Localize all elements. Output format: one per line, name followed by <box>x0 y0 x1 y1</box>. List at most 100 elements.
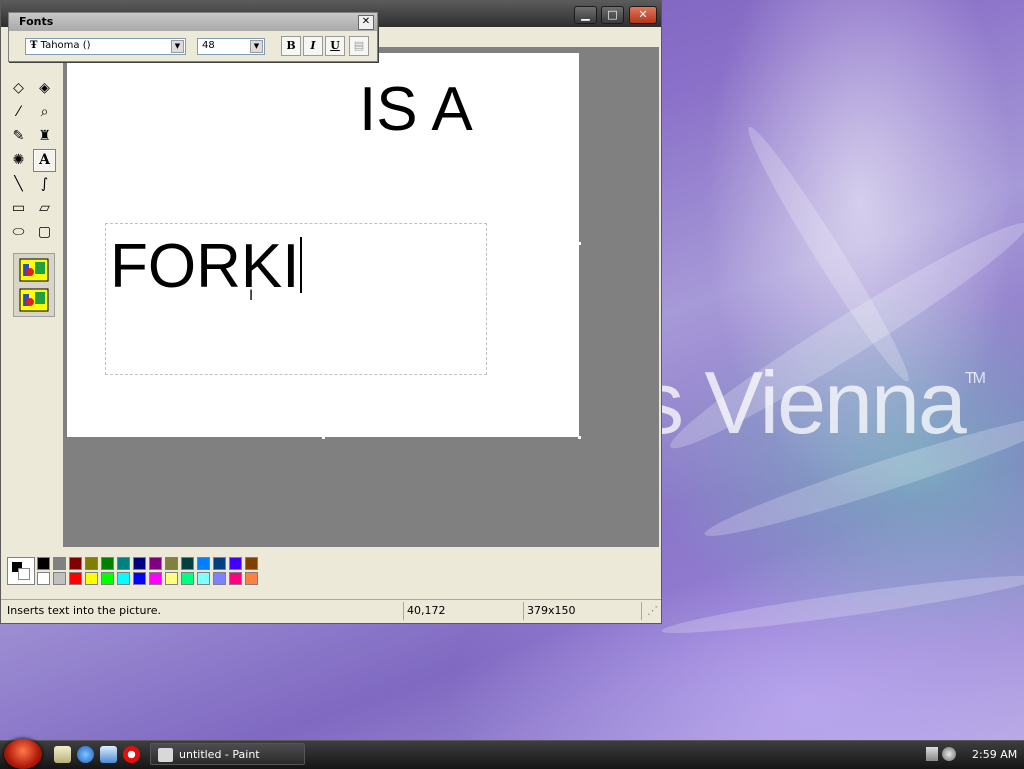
curve-tool[interactable]: ∫ <box>33 173 56 196</box>
palette-swatch[interactable] <box>117 557 130 570</box>
status-selection-size: 379x150 <box>527 604 576 617</box>
palette-swatch[interactable] <box>37 557 50 570</box>
font-name-select[interactable]: Ŧ Tahoma () ▼ <box>25 38 186 55</box>
taskbar-paint-label: untitled - Paint <box>179 748 260 761</box>
rectangle-tool[interactable]: ▭ <box>7 197 30 220</box>
palette-swatch[interactable] <box>229 557 242 570</box>
opera-icon[interactable] <box>123 746 140 763</box>
minimize-button[interactable]: ▁ <box>574 6 597 24</box>
palette-swatch[interactable] <box>165 557 178 570</box>
paint-bucket-icon: ◈ <box>39 80 50 96</box>
canvas-resize-handle-right[interactable] <box>578 242 581 245</box>
network-icon[interactable] <box>926 747 938 761</box>
palette-swatch[interactable] <box>85 572 98 585</box>
palette-swatch[interactable] <box>37 572 50 585</box>
fonts-toolbar-title: Fonts <box>19 15 54 28</box>
canvas-workspace: IS A FORKI I <box>63 47 659 547</box>
magnifier-tool[interactable]: ⌕ <box>33 101 56 124</box>
font-size-select[interactable]: 48 ▼ <box>197 38 265 55</box>
palette-swatch[interactable] <box>149 557 162 570</box>
palette-swatch[interactable] <box>165 572 178 585</box>
paint-icon <box>158 748 173 762</box>
close-icon: ✕ <box>638 8 648 21</box>
status-bar: Inserts text into the picture. 40,172 37… <box>1 599 661 622</box>
brush-tool[interactable]: ♜ <box>33 125 56 148</box>
opaque-background-icon <box>19 258 49 282</box>
palette-swatch[interactable] <box>197 557 210 570</box>
palette-swatch[interactable] <box>229 572 242 585</box>
messenger-icon[interactable] <box>100 746 117 763</box>
palette-swatch[interactable] <box>197 572 210 585</box>
italic-button[interactable]: I <box>303 36 323 56</box>
show-desktop-icon[interactable] <box>54 746 71 763</box>
fonts-toolbar-titlebar[interactable]: Fonts ✕ <box>9 13 377 31</box>
text-tool-icon: A <box>39 152 50 168</box>
underline-button[interactable]: U <box>325 36 345 56</box>
start-button[interactable] <box>4 739 42 769</box>
taskbar-clock[interactable]: 2:59 AM <box>972 748 1017 761</box>
tool-options <box>13 253 55 317</box>
transparent-option[interactable] <box>19 288 49 312</box>
canvas-resize-handle-bottom[interactable] <box>322 436 325 439</box>
taskbar-paint-button[interactable]: untitled - Paint <box>150 743 305 765</box>
palette-swatch[interactable] <box>245 572 258 585</box>
chevron-down-icon[interactable]: ▼ <box>171 40 184 53</box>
ibeam-cursor-icon: I <box>249 288 254 304</box>
font-name-value: Tahoma () <box>40 40 91 51</box>
line-tool[interactable]: ╲ <box>7 173 30 196</box>
bold-button[interactable]: B <box>281 36 301 56</box>
rounded-rect-tool[interactable]: ▢ <box>33 221 56 244</box>
internet-explorer-icon[interactable] <box>77 746 94 763</box>
palette-swatch[interactable] <box>53 557 66 570</box>
close-icon: ✕ <box>361 16 371 27</box>
drawing-canvas[interactable]: IS A FORKI I <box>67 53 579 437</box>
curve-icon: ∫ <box>40 176 49 192</box>
pick-color-tool[interactable]: ⁄ <box>7 101 30 124</box>
toolbox: ◇ ◈ ⁄ ⌕ ✎ ♜ ✺ A ╲ ∫ ▭ ▱ ⬭ ▢ <box>5 47 59 545</box>
line-icon: ╲ <box>14 176 23 192</box>
transparent-background-icon <box>19 288 49 312</box>
eyedropper-icon: ⁄ <box>17 104 20 120</box>
palette-swatch[interactable] <box>69 572 82 585</box>
text-tool[interactable]: A <box>33 149 56 172</box>
ellipse-tool[interactable]: ⬭ <box>7 221 30 244</box>
volume-icon[interactable] <box>942 747 956 761</box>
opaque-option[interactable] <box>19 258 49 282</box>
palette-swatch[interactable] <box>133 572 146 585</box>
fill-tool[interactable]: ◈ <box>33 77 56 100</box>
palette-swatch[interactable] <box>213 572 226 585</box>
palette-swatch[interactable] <box>181 557 194 570</box>
palette-swatch[interactable] <box>245 557 258 570</box>
pencil-tool[interactable]: ✎ <box>7 125 30 148</box>
airbrush-tool[interactable]: ✺ <box>7 149 30 172</box>
palette-swatch[interactable] <box>213 557 226 570</box>
palette-swatch[interactable] <box>117 572 130 585</box>
canvas-resize-handle-corner[interactable] <box>578 436 581 439</box>
palette-swatch[interactable] <box>53 572 66 585</box>
pencil-icon: ✎ <box>12 128 25 144</box>
resize-grip-icon[interactable]: ⋰ <box>647 604 658 618</box>
palette-swatch[interactable] <box>69 557 82 570</box>
rounded-rect-icon: ▢ <box>37 224 52 240</box>
maximize-button[interactable]: □ <box>601 6 624 24</box>
system-tray: 2:59 AM <box>920 741 1024 769</box>
fonts-close-button[interactable]: ✕ <box>358 15 374 30</box>
palette-swatch[interactable] <box>133 557 146 570</box>
palette-swatch[interactable] <box>149 572 162 585</box>
close-button[interactable]: ✕ <box>629 6 657 24</box>
paint-window: ▁ □ ✕ F ◇ ◈ ⁄ ⌕ ✎ ♜ ✺ A ╲ ∫ ▭ ▱ ⬭ ▢ <box>0 0 662 624</box>
text-caret <box>300 237 303 293</box>
background-color <box>18 568 30 580</box>
brush-icon: ♜ <box>38 128 51 144</box>
text-edit-box[interactable]: FORKI I <box>105 223 487 375</box>
polygon-tool[interactable]: ▱ <box>33 197 56 220</box>
eraser-icon: ◇ <box>13 80 24 96</box>
status-message: Inserts text into the picture. <box>7 604 162 617</box>
chevron-down-icon[interactable]: ▼ <box>250 40 263 53</box>
vertical-text-button: ▤ <box>349 36 369 56</box>
palette-swatch[interactable] <box>101 572 114 585</box>
palette-swatch[interactable] <box>85 557 98 570</box>
palette-swatch[interactable] <box>181 572 194 585</box>
eraser-tool[interactable]: ◇ <box>7 77 30 100</box>
palette-swatch[interactable] <box>101 557 114 570</box>
